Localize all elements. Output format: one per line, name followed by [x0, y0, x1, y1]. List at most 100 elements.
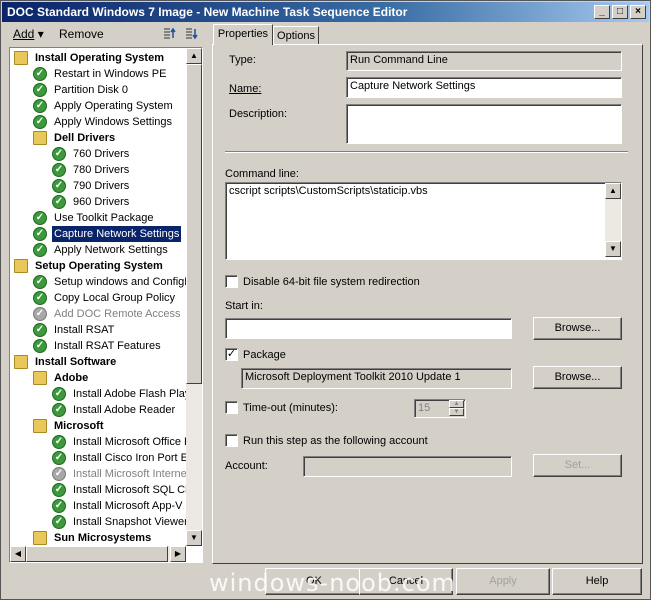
command-line-field[interactable]: cscript scripts\CustomScripts\staticip.v…: [225, 182, 622, 260]
tree-node-label: Install Microsoft Office P: [73, 436, 192, 448]
task-sequence-tree[interactable]: Sun Microsystems ✓ Install Snapshot Viewer…: [9, 47, 203, 563]
check-icon: ✓: [33, 307, 47, 321]
tree-node-label: Install Microsoft SQL Cli: [73, 484, 190, 496]
type-value: Run Command Line: [346, 51, 622, 71]
type-label: Type:: [229, 54, 256, 66]
tree-toolbar: Add ▾ Remove: [5, 25, 205, 45]
tree-vertical-scrollbar[interactable]: ▲ ▼: [186, 48, 202, 546]
name-field[interactable]: Capture Network Settings: [346, 77, 622, 98]
scroll-right-icon[interactable]: ▶: [170, 546, 186, 562]
package-checkbox[interactable]: ✓: [225, 348, 238, 361]
check-icon: ✓: [33, 115, 47, 129]
timeout-up-icon: ▲: [449, 400, 464, 408]
tree-node-label: 780 Drivers: [73, 164, 130, 176]
folder-icon: [14, 355, 28, 369]
add-label: Add: [13, 27, 35, 41]
run-as-account-checkbox[interactable]: [225, 434, 238, 447]
divider: [225, 151, 628, 153]
check-icon: ✓: [33, 83, 47, 97]
add-dropdown-icon: ▾: [37, 27, 44, 41]
tree-node-label: 790 Drivers: [73, 180, 130, 192]
tree-node-label: Install Adobe Reader: [73, 404, 176, 416]
folder-icon: [33, 531, 47, 545]
tree-node-label: Install Operating System: [35, 52, 164, 64]
description-field[interactable]: [346, 104, 622, 144]
start-in-browse-button[interactable]: Browse...: [533, 317, 622, 340]
window-title: DOC Standard Windows 7 Image - New Machi…: [7, 5, 408, 19]
tree-node-label: Capture Network Settings: [50, 225, 183, 243]
disable-64bit-label: Disable 64-bit file system redirection: [243, 276, 420, 288]
disable-64bit-checkbox[interactable]: [225, 275, 238, 288]
add-menu-button[interactable]: Add ▾: [13, 27, 44, 41]
apply-button: Apply: [456, 568, 550, 595]
account-label: Account:: [225, 460, 268, 472]
tree-horizontal-scrollbar[interactable]: ◀ ▶: [10, 546, 186, 562]
tree-node-label: Restart in Windows PE: [54, 68, 167, 80]
account-field: [303, 456, 512, 477]
check-icon: ✓: [33, 291, 47, 305]
close-button[interactable]: ×: [630, 5, 646, 19]
command-scroll-up-icon[interactable]: ▲: [605, 183, 621, 199]
folder-icon: [14, 51, 28, 65]
move-down-icon[interactable]: [183, 26, 199, 42]
maximize-button[interactable]: □: [612, 5, 628, 19]
tree-node-label: Apply Network Settings: [54, 244, 168, 256]
folder-icon: [14, 259, 28, 273]
tree-node-label: Install Cisco Iron Port Er: [73, 452, 192, 464]
tree-hscroll-thumb[interactable]: [26, 546, 168, 562]
scroll-left-icon[interactable]: ◀: [10, 546, 26, 562]
command-scroll-down-icon[interactable]: ▼: [605, 241, 621, 257]
tree-node-label: Install Snapshot Viewer: [73, 516, 188, 528]
tree-node-label: Setup windows and ConfigM: [54, 276, 194, 288]
check-icon: ✓: [52, 467, 66, 481]
timeout-value: 15: [418, 402, 431, 414]
properties-panel: Type: Run Command Line Name: Capture Net…: [212, 44, 643, 564]
tree-node-label: 760 Drivers: [73, 148, 130, 160]
minimize-button[interactable]: _: [594, 5, 610, 19]
start-in-field[interactable]: [225, 318, 512, 339]
check-icon: ✓: [52, 147, 66, 161]
move-up-icon[interactable]: [161, 26, 177, 42]
check-icon: ✓: [33, 211, 47, 225]
account-set-button: Set...: [533, 454, 622, 477]
tree-node-label: Install RSAT Features: [54, 340, 161, 352]
check-icon: ✓: [52, 515, 66, 529]
tree-node-label: Microsoft: [54, 420, 104, 432]
scroll-up-icon[interactable]: ▲: [186, 48, 202, 64]
watermark-text: windows-noob.com: [209, 569, 456, 597]
remove-button[interactable]: Remove: [59, 27, 104, 41]
tab-properties[interactable]: Properties: [213, 24, 273, 45]
check-icon: ✓: [52, 483, 66, 497]
name-label: Name:: [229, 83, 262, 95]
tree-node-label: Partition Disk 0: [54, 84, 128, 96]
timeout-stepper: 15 ▲ ▼: [414, 399, 466, 418]
tree-node-label: Setup Operating System: [35, 260, 163, 272]
check-icon: ✓: [33, 67, 47, 81]
package-value: Microsoft Deployment Toolkit 2010 Update…: [241, 368, 512, 389]
tree-node-label: Install Microsoft App-V C: [73, 500, 194, 512]
command-scrollbar[interactable]: ▲ ▼: [605, 183, 621, 257]
package-browse-button[interactable]: Browse...: [533, 366, 622, 389]
timeout-checkbox[interactable]: [225, 401, 238, 414]
tab-options[interactable]: Options: [273, 26, 319, 45]
check-icon: ✓: [33, 275, 47, 289]
tree-node-label: Install Software: [35, 356, 117, 368]
folder-icon: [33, 419, 47, 433]
tree-node-label: Dell Drivers: [54, 132, 116, 144]
tree-node-label: Install Adobe Flash Play: [73, 388, 191, 400]
tree-node-label: Use Toolkit Package: [54, 212, 154, 224]
check-icon: ✓: [33, 99, 47, 113]
start-in-label: Start in:: [225, 300, 263, 312]
help-button[interactable]: Help: [552, 568, 642, 595]
tree-vscroll-thumb[interactable]: [186, 64, 202, 384]
check-icon: ✓: [52, 163, 66, 177]
folder-icon: [33, 371, 47, 385]
tree-node-label: Install RSAT: [54, 324, 115, 336]
tree-node-label: Apply Windows Settings: [54, 116, 172, 128]
check-icon: ✓: [52, 435, 66, 449]
check-icon: ✓: [33, 323, 47, 337]
tree-node-label: Install Microsoft Interne: [73, 468, 187, 480]
check-icon: ✓: [52, 195, 66, 209]
scroll-down-icon[interactable]: ▼: [186, 530, 202, 546]
description-label: Description:: [229, 108, 288, 120]
